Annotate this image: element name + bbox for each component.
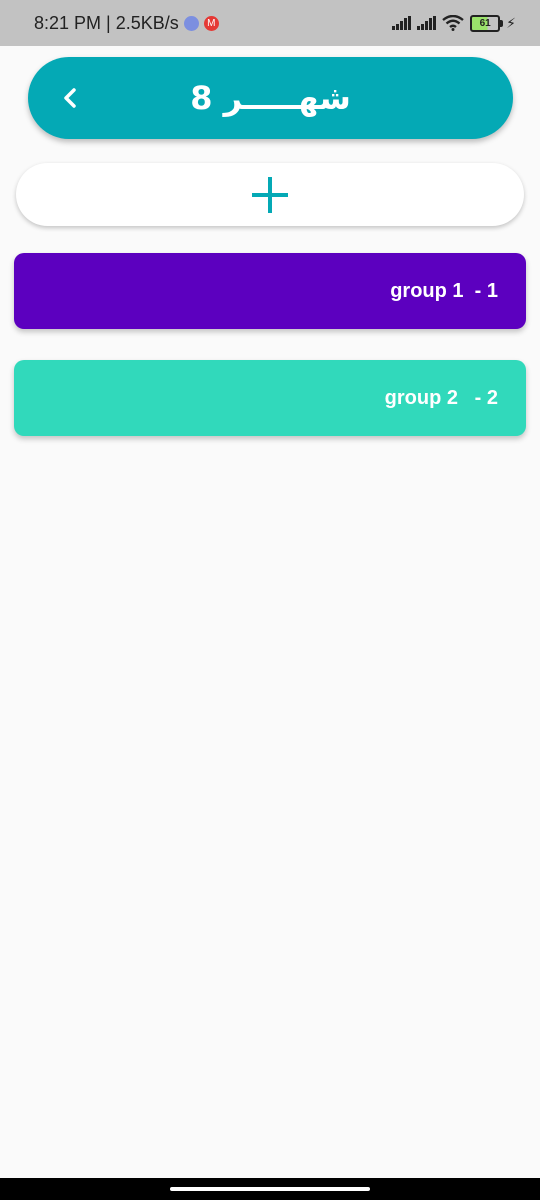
signal-icon bbox=[392, 16, 412, 30]
navigation-bar bbox=[0, 1178, 540, 1200]
page-title: شهـــــر 8 bbox=[190, 79, 351, 117]
battery-icon: 61 bbox=[470, 14, 504, 32]
group-card[interactable]: group 2 - 2 bbox=[14, 360, 526, 436]
plus-icon bbox=[252, 176, 288, 213]
status-time-speed: 8:21 PM | 2.5KB/s bbox=[34, 12, 179, 33]
group-card[interactable]: group 1 - 1 bbox=[14, 253, 526, 329]
status-bar: 8:21 PM | 2.5KB/s M 61 ⚡ bbox=[0, 0, 540, 46]
status-left: 8:21 PM | 2.5KB/s M bbox=[34, 0, 219, 46]
app-header: شهـــــر 8 bbox=[28, 57, 513, 139]
status-right: 61 ⚡ bbox=[392, 0, 516, 46]
discord-icon bbox=[183, 15, 199, 31]
mail-icon: M bbox=[203, 15, 219, 31]
wifi-icon bbox=[442, 15, 464, 31]
group-label: group 1 - 1 bbox=[390, 279, 498, 302]
charging-icon: ⚡ bbox=[506, 14, 516, 31]
back-button[interactable] bbox=[50, 78, 90, 118]
home-indicator[interactable] bbox=[170, 1187, 370, 1191]
chevron-left-icon bbox=[64, 88, 76, 108]
signal-icon bbox=[417, 16, 437, 30]
group-label: group 2 - 2 bbox=[384, 386, 498, 409]
add-group-button[interactable] bbox=[16, 163, 524, 226]
